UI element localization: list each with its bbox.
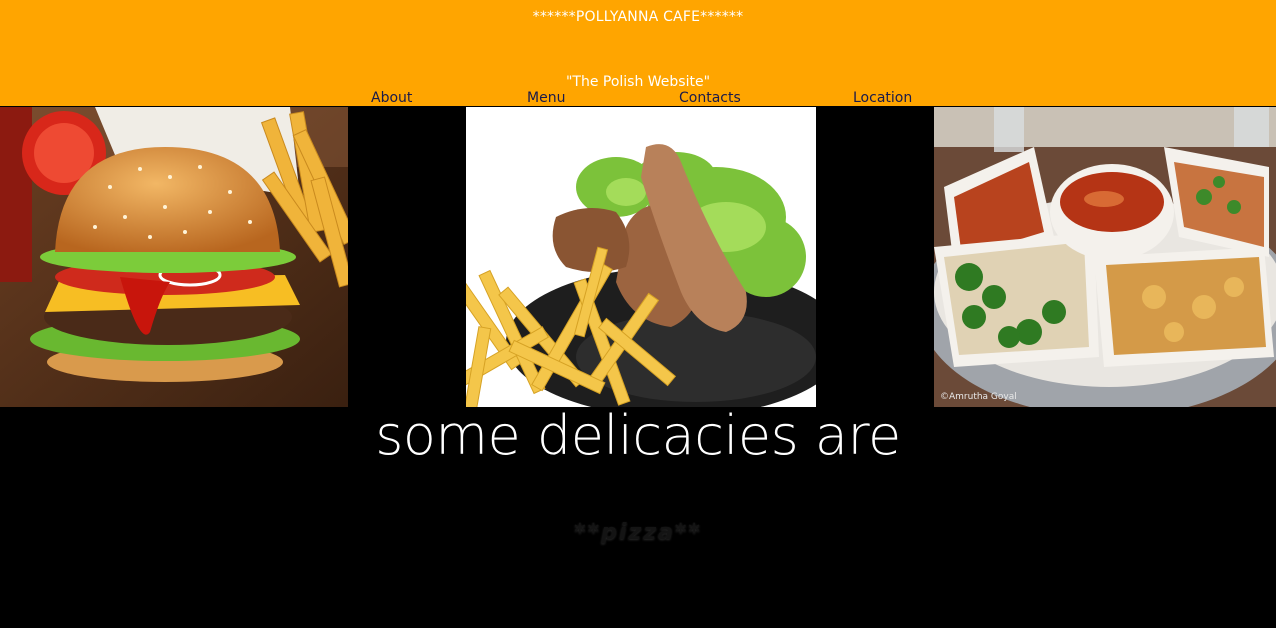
site-subtitle: "The Polish Website" (565, 74, 711, 90)
food-gallery: ©Amrutha Goyal (0, 107, 1276, 407)
main-nav: About Menu Contacts Location (0, 90, 1276, 108)
nav-link-menu[interactable]: Menu (527, 90, 565, 106)
nav-link-contacts[interactable]: Contacts (679, 90, 741, 106)
burger-and-fries-photo (0, 107, 348, 407)
food-platter-photo: ©Amrutha Goyal (934, 107, 1276, 407)
nav-link-about[interactable]: About (371, 90, 412, 106)
chicken-and-fries-photo (466, 107, 816, 407)
section-heading: some delicacies are (375, 404, 901, 467)
photo-caption: ©Amrutha Goyal (940, 392, 1017, 402)
site-title: ******POLLYANNA CAFE****** (532, 9, 744, 25)
nav-link-location[interactable]: Location (853, 90, 912, 106)
page: ******POLLYANNA CAFE****** "The Polish W… (0, 0, 1276, 628)
featured-item: **pizza** (574, 520, 702, 545)
